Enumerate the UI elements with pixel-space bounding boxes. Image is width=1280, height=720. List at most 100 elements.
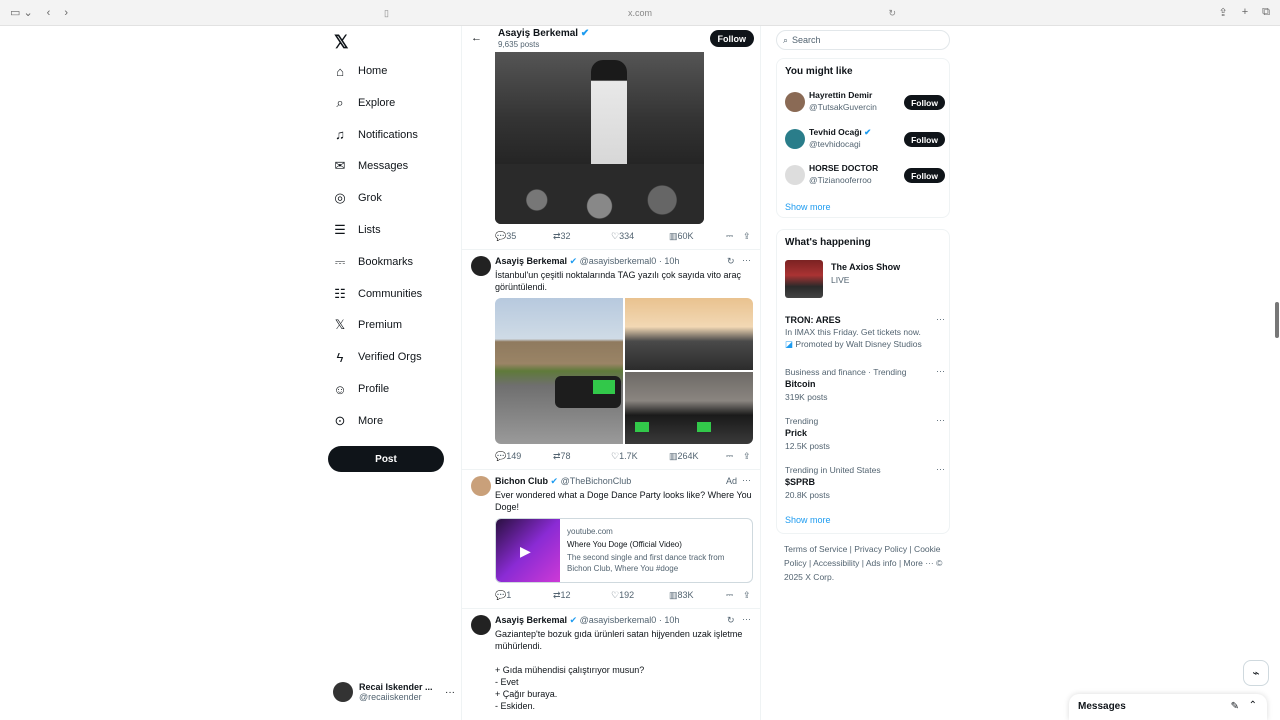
like-button[interactable]: ♡ 334	[611, 231, 634, 242]
promo-text: In IMAX this Friday. Get tickets now.	[785, 327, 921, 337]
forward-arrow-icon[interactable]: ›	[64, 7, 68, 19]
bookmark-icon[interactable]: ⎓	[726, 231, 733, 242]
like-button[interactable]: ♡ 1.7K	[611, 451, 638, 462]
bookmark-icon[interactable]: ⎓	[726, 590, 733, 601]
trend-title: Bitcoin	[785, 379, 816, 389]
divider	[462, 608, 760, 609]
more-dots-icon[interactable]: ···	[936, 464, 945, 474]
nav-item-label: More	[358, 414, 384, 427]
follow-button[interactable]: Follow	[904, 95, 945, 110]
avatar[interactable]	[471, 476, 491, 496]
communities-icon: ☷	[334, 285, 346, 301]
reply-button[interactable]: 💬 35	[495, 231, 516, 242]
messages-drawer[interactable]: Messages ✎ ⌃	[1069, 694, 1267, 720]
compose-message-icon[interactable]: ✎	[1231, 701, 1239, 712]
avatar[interactable]	[471, 256, 491, 276]
trend-item[interactable]: Trending in United States $SPRB 20.8K po…	[785, 464, 945, 502]
post-button[interactable]: Post	[328, 446, 444, 472]
play-icon[interactable]: ▶	[520, 543, 531, 560]
repost-button[interactable]: ⇄ 78	[553, 451, 571, 462]
share-icon[interactable]: ⇪	[743, 231, 751, 242]
trend-item[interactable]: Business and finance · Trending Bitcoin …	[785, 366, 945, 404]
nav-item-premium[interactable]: 𝕏 Premium	[332, 315, 402, 335]
post-count: 9,635 posts	[498, 40, 540, 49]
more-dots-icon[interactable]: ···	[742, 475, 751, 485]
panel-title: You might like	[785, 66, 853, 77]
nav-item-notifications[interactable]: ♫ Notifications	[332, 125, 418, 145]
live-event[interactable]: The Axios Show LIVE	[785, 260, 945, 300]
back-arrow-icon[interactable]: ←	[471, 32, 482, 44]
nav-item-communities[interactable]: ☷ Communities	[332, 284, 422, 304]
suggested-user[interactable]: Tevhid Ocağı ✔ @tevhidocagi Follow	[785, 126, 945, 152]
suggested-user[interactable]: HORSE DOCTOR @Tizianooferroo Follow	[785, 162, 945, 188]
repost-button[interactable]: ⇄ 32	[553, 231, 571, 242]
more-dots-icon[interactable]: ···	[936, 366, 945, 376]
suggested-user[interactable]: Hayrettin Demir @TutsakGuvercin Follow	[785, 89, 945, 115]
search-input[interactable]: ⌕ Search	[776, 30, 950, 50]
grok-icon[interactable]: ↻	[727, 256, 735, 267]
more-dots-icon[interactable]: ···	[936, 314, 945, 324]
card-title: Where You Doge (Official Video)	[567, 540, 682, 549]
more-dots-icon[interactable]: ···	[445, 687, 455, 698]
nav-item-label: Premium	[358, 319, 403, 332]
repost-button[interactable]: ⇄ 12	[553, 590, 571, 601]
grok-icon[interactable]: ↻	[727, 615, 735, 626]
avatar	[785, 92, 805, 112]
media-image[interactable]	[625, 298, 753, 370]
event-status: LIVE	[831, 275, 850, 285]
more-dots-icon[interactable]: ···	[936, 415, 945, 425]
nav-item-more[interactable]: ⊙ More	[332, 411, 384, 431]
follow-button[interactable]: Follow	[709, 30, 754, 47]
back-arrow-icon[interactable]: ‹	[47, 7, 51, 19]
account-switcher[interactable]: Recai Iskender ... @recaiiskender ···	[333, 682, 461, 702]
reply-button[interactable]: 💬 1	[495, 590, 511, 601]
sidebar-toggle-icon[interactable]: ▭ ⌄	[10, 6, 33, 19]
more-dots-icon[interactable]: ···	[742, 614, 751, 624]
nav-item-label: Home	[358, 65, 388, 77]
profile-header: ← Asayiş Berkemal ✔ 9,635 posts Follow	[462, 26, 760, 52]
follow-button[interactable]: Follow	[904, 168, 945, 183]
tweet-media-grid[interactable]	[495, 298, 753, 444]
nav-item-lists[interactable]: ☰ Lists	[332, 220, 380, 240]
nav-item-verified-orgs[interactable]: ϟ Verified Orgs	[332, 347, 422, 367]
share-icon[interactable]: ⇪	[743, 451, 751, 462]
url-text: x.com	[627, 8, 652, 18]
link-card[interactable]: ▶ youtube.com Where You Doge (Official V…	[495, 518, 753, 583]
nav-item-messages[interactable]: ✉ Messages	[332, 156, 409, 176]
nav-item-profile[interactable]: ☺ Profile	[332, 379, 389, 399]
follow-button[interactable]: Follow	[904, 132, 945, 147]
nav-item-home[interactable]: ⌂ Home	[332, 61, 387, 81]
nav-item-explore[interactable]: ⌕ Explore	[332, 93, 395, 113]
reply-button[interactable]: 💬 149	[495, 451, 521, 462]
tweet-photo[interactable]	[495, 52, 704, 224]
tweet-text: Ever wondered what a Doge Dance Party lo…	[495, 490, 752, 512]
x-logo-icon[interactable]: 𝕏	[334, 32, 349, 53]
media-image[interactable]	[495, 298, 623, 444]
promoted-trend[interactable]: TRON: ARES In IMAX this Friday. Get tick…	[785, 314, 945, 350]
share-icon[interactable]: ⇪	[743, 590, 751, 601]
views-button[interactable]: ▥ 83K	[669, 590, 694, 601]
more-dots-icon[interactable]: ···	[742, 255, 751, 265]
show-more-link[interactable]: Show more	[785, 515, 831, 525]
trend-item[interactable]: Trending Prick 12.5K posts ···	[785, 415, 945, 453]
trend-context: Business and finance · Trending	[785, 367, 907, 377]
media-image[interactable]	[625, 372, 753, 444]
chevron-up-icon[interactable]: ⌃	[1249, 700, 1257, 711]
bookmark-icon[interactable]: ⎓	[726, 451, 733, 462]
views-button[interactable]: ▥ 264K	[669, 451, 699, 462]
address-bar[interactable]: ▯ x.com ↻	[380, 4, 900, 22]
views-button[interactable]: ▥ 60K	[669, 231, 694, 242]
user-handle: @TutsakGuvercin	[809, 102, 877, 112]
show-more-link[interactable]: Show more	[785, 202, 831, 212]
nav-item-bookmarks[interactable]: ⎓ Bookmarks	[332, 252, 413, 272]
footer-links[interactable]: Terms of Service | Privacy Policy | Cook…	[784, 542, 954, 584]
new-tab-icon[interactable]: +	[1242, 6, 1248, 19]
grok-icon[interactable]: ⌁	[1243, 660, 1269, 686]
share-icon[interactable]: ⇪	[1218, 6, 1227, 19]
reload-icon[interactable]: ↻	[888, 8, 896, 19]
scrollbar[interactable]	[1275, 302, 1279, 338]
avatar[interactable]	[471, 615, 491, 635]
like-button[interactable]: ♡ 192	[611, 590, 634, 601]
tabs-overview-icon[interactable]: ⧉	[1262, 6, 1270, 19]
nav-item-grok[interactable]: ◎ Grok	[332, 188, 382, 208]
